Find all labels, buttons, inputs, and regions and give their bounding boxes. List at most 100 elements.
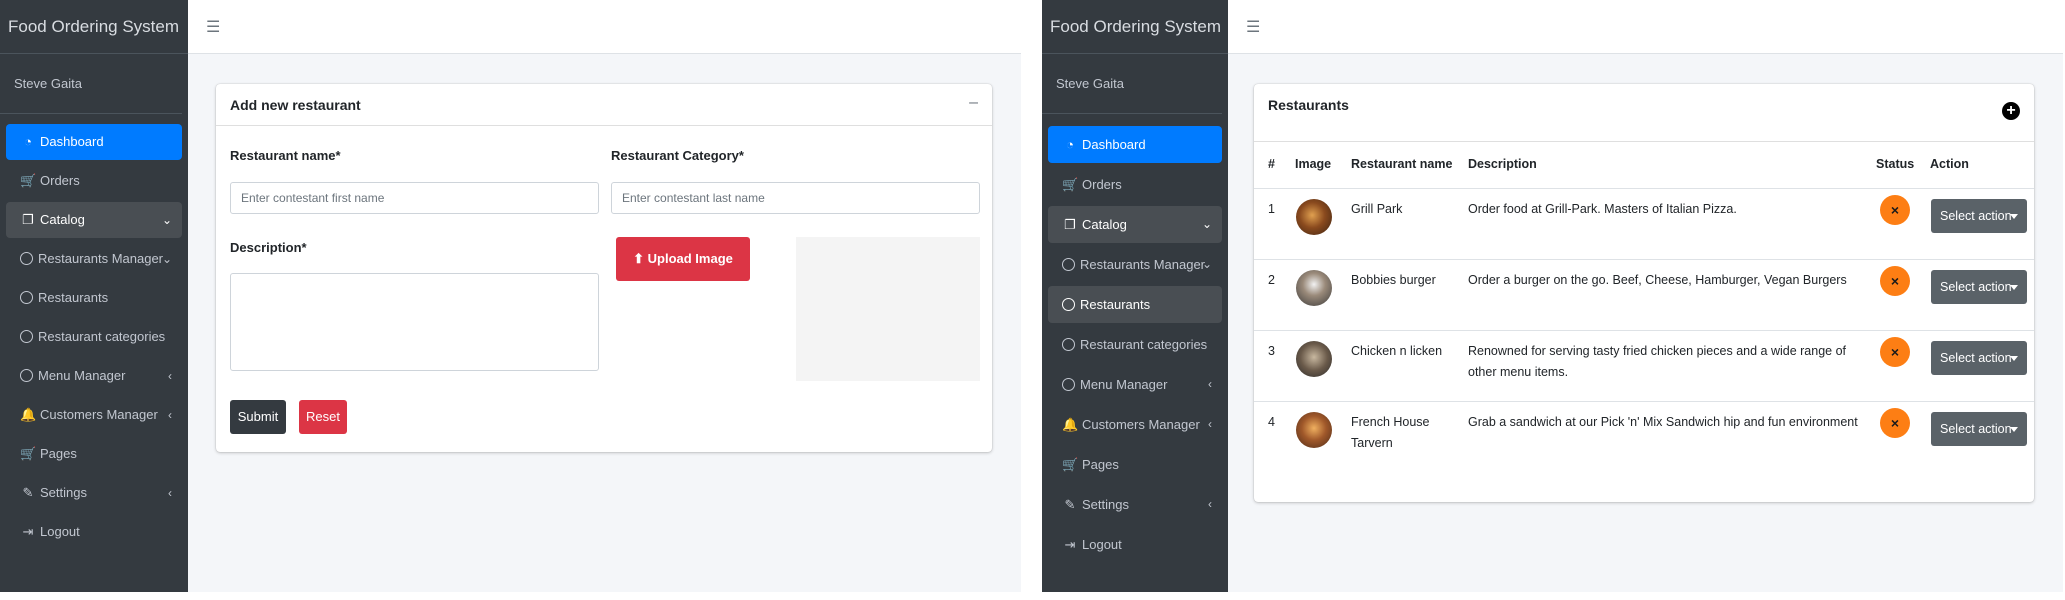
circle-icon xyxy=(20,369,33,382)
sidebar-item-restaurants[interactable]: Restaurants xyxy=(1048,286,1222,323)
select-action-dropdown[interactable]: Select action xyxy=(1931,412,2027,446)
sidebar-item-logout[interactable]: ⇥ Logout xyxy=(6,514,182,550)
sidebar-item-label: Logout xyxy=(40,524,80,539)
restaurant-image xyxy=(1296,270,1332,306)
sidebar-item-dashboard[interactable]: ◔ Dashboard xyxy=(1048,126,1222,163)
sidebar-item-catalog[interactable]: ❐ Catalog ⌄ xyxy=(1048,206,1222,243)
brand-title[interactable]: Food Ordering System xyxy=(1042,0,1228,54)
column-header: Action xyxy=(1930,157,1969,171)
select-action-label: Select action xyxy=(1940,422,2012,436)
description-label: Description* xyxy=(230,240,307,255)
sidebar: Food Ordering System Steve Gaita ◔ Dashbo… xyxy=(0,0,188,592)
sidebar-item-label: Dashboard xyxy=(40,134,104,149)
reset-button[interactable]: Reset xyxy=(299,400,347,434)
sidebar-item-restaurant-categories[interactable]: Restaurant categories xyxy=(6,319,182,355)
status-close-icon[interactable]: × xyxy=(1880,195,1910,225)
select-action-dropdown[interactable]: Select action xyxy=(1931,199,2027,233)
sidebar-item-customers-manager[interactable]: 🔔 Customers Manager ‹ xyxy=(1048,406,1222,443)
sign-out-icon: ⇥ xyxy=(1064,537,1076,552)
copy-icon: ❐ xyxy=(1064,217,1076,232)
top-navbar: ☰ xyxy=(1228,0,2063,54)
dashboard-icon: ◔ xyxy=(1066,137,1074,152)
sidebar-item-restaurants-manager[interactable]: Restaurants Manager ⌄ xyxy=(1048,246,1222,283)
restaurant-name: Chicken n licken xyxy=(1351,344,1443,358)
chevron-down-icon: ⌄ xyxy=(1201,257,1212,271)
table-header-row: # Image Restaurant name Description Stat… xyxy=(1254,142,2034,188)
column-header: # xyxy=(1268,157,1275,171)
description-textarea[interactable] xyxy=(230,273,599,371)
submit-button[interactable]: Submit xyxy=(230,400,286,434)
sidebar-item-settings[interactable]: ✎ Settings ‹ xyxy=(6,475,182,511)
sidebar-item-label: Customers Manager xyxy=(1082,417,1200,432)
user-name[interactable]: Steve Gaita xyxy=(1042,54,1222,114)
upload-image-button[interactable]: ⬆ Upload Image xyxy=(616,237,750,281)
cart-icon: 🛒 xyxy=(1062,177,1079,192)
copy-icon: ❐ xyxy=(22,212,34,227)
bell-icon: 🔔 xyxy=(1062,417,1079,432)
collapse-icon[interactable]: – xyxy=(969,94,978,112)
sidebar-item-label: Restaurants Manager xyxy=(38,251,164,266)
sidebar-item-dashboard[interactable]: ◔ Dashboard xyxy=(6,124,182,160)
sidebar-nav: ◔ Dashboard 🛒 Orders ❐ Catalog ⌄ Restaurants… xyxy=(1042,114,1228,563)
sidebar-item-label: Catalog xyxy=(1082,217,1127,232)
sidebar-item-restaurants[interactable]: Restaurants xyxy=(6,280,182,316)
sidebar-item-settings[interactable]: ✎ Settings ‹ xyxy=(1048,486,1222,523)
sidebar-item-restaurants-manager[interactable]: Restaurants Manager ⌄ xyxy=(6,241,182,277)
bell-icon: 🔔 xyxy=(20,407,37,422)
circle-icon xyxy=(20,252,33,265)
sidebar-item-menu-manager[interactable]: Menu Manager ‹ xyxy=(1048,366,1222,403)
circle-icon xyxy=(1062,298,1075,311)
sidebar-item-pages[interactable]: 🛒 Pages xyxy=(6,436,182,472)
select-action-label: Select action xyxy=(1940,351,2012,365)
sidebar-item-orders[interactable]: 🛒 Orders xyxy=(6,163,182,199)
sidebar-item-orders[interactable]: 🛒 Orders xyxy=(1048,166,1222,203)
chevron-left-icon: ‹ xyxy=(168,408,172,422)
sidebar-item-catalog[interactable]: ❐ Catalog ⌄ xyxy=(6,202,182,238)
sidebar-item-label: Catalog xyxy=(40,212,85,227)
select-action-dropdown[interactable]: Select action xyxy=(1931,341,2027,375)
status-close-icon[interactable]: × xyxy=(1880,408,1910,438)
restaurant-name-label: Restaurant name* xyxy=(230,148,341,163)
table-row: 3 Chicken n licken Renowned for serving … xyxy=(1254,331,2034,401)
chevron-left-icon: ‹ xyxy=(1208,377,1212,391)
chevron-left-icon: ‹ xyxy=(168,369,172,383)
table-row: 2 Bobbies burger Order a burger on the g… xyxy=(1254,260,2034,330)
right-screen: Food Ordering System Steve Gaita ◔ Dashbo… xyxy=(1042,0,2063,592)
table-row: 4 French House Tarvern Grab a sandwich a… xyxy=(1254,402,2034,472)
circle-icon xyxy=(20,330,33,343)
restaurant-category-input[interactable]: Enter contestant last name xyxy=(611,182,980,214)
restaurant-description: Order a burger on the go. Beef, Cheese, … xyxy=(1468,273,1847,287)
sidebar-item-customers-manager[interactable]: 🔔 Customers Manager ‹ xyxy=(6,397,182,433)
sidebar-item-label: Customers Manager xyxy=(40,407,158,422)
sidebar-item-restaurant-categories[interactable]: Restaurant categories xyxy=(1048,326,1222,363)
sidebar-item-logout[interactable]: ⇥ Logout xyxy=(1048,526,1222,563)
upload-icon: ⬆ xyxy=(633,251,648,266)
card-header: Restaurants + xyxy=(1254,84,2034,142)
card-title: Restaurants xyxy=(1268,97,1349,113)
card-title: Add new restaurant xyxy=(230,97,361,113)
left-screen: Food Ordering System Steve Gaita ◔ Dashbo… xyxy=(0,0,1021,592)
select-action-label: Select action xyxy=(1940,209,2012,223)
edit-icon: ✎ xyxy=(1064,497,1076,512)
caret-down-icon xyxy=(2010,356,2018,361)
chevron-down-icon: ⌄ xyxy=(1201,217,1212,231)
sidebar-item-menu-manager[interactable]: Menu Manager ‹ xyxy=(6,358,182,394)
add-restaurant-icon[interactable]: + xyxy=(2002,102,2020,120)
sign-out-icon: ⇥ xyxy=(22,524,34,539)
card-header: Add new restaurant – xyxy=(216,84,992,126)
restaurant-description: Order food at Grill-Park. Masters of Ita… xyxy=(1468,202,1737,216)
restaurant-description: Grab a sandwich at our Pick 'n' Mix Sand… xyxy=(1468,415,1858,429)
hamburger-menu-icon[interactable]: ☰ xyxy=(1246,17,1260,37)
restaurant-image xyxy=(1296,199,1332,235)
select-action-dropdown[interactable]: Select action xyxy=(1931,270,2027,304)
hamburger-menu-icon[interactable]: ☰ xyxy=(206,17,220,37)
chevron-left-icon: ‹ xyxy=(1208,497,1212,511)
column-header: Status xyxy=(1876,157,1915,171)
brand-title[interactable]: Food Ordering System xyxy=(0,0,188,54)
sidebar-item-pages[interactable]: 🛒 Pages xyxy=(1048,446,1222,483)
status-close-icon[interactable]: × xyxy=(1880,337,1910,367)
status-close-icon[interactable]: × xyxy=(1880,266,1910,296)
user-name[interactable]: Steve Gaita xyxy=(0,54,182,114)
chevron-down-icon: ⌄ xyxy=(161,252,172,266)
restaurant-name-input[interactable]: Enter contestant first name xyxy=(230,182,599,214)
